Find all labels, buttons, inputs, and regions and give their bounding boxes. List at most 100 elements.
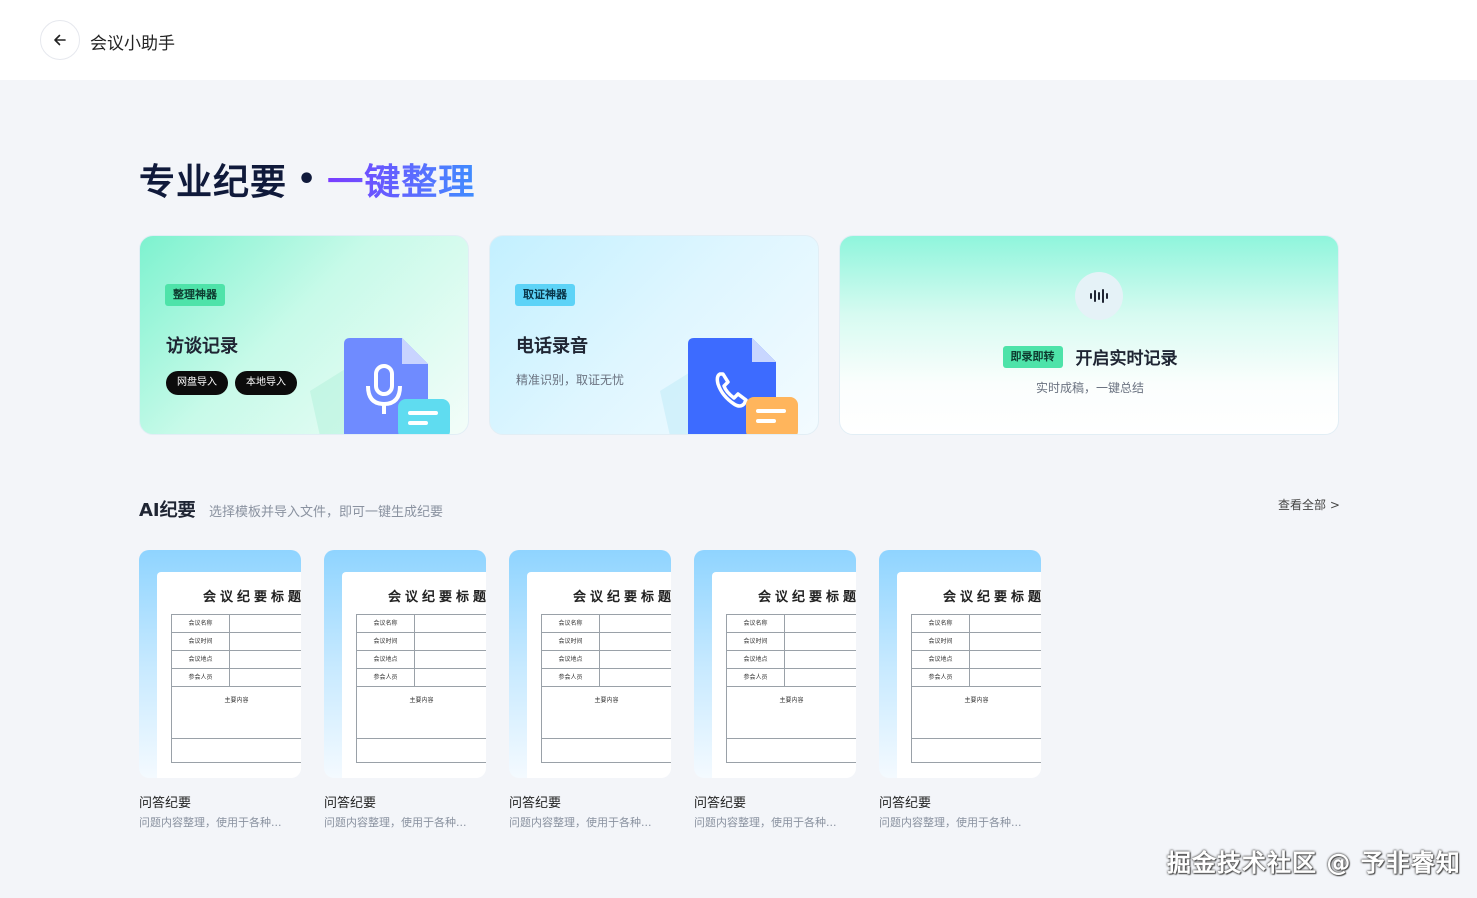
template-thumbnail[interactable]: 会议纪要标题会议名称 会议时间 会议地点 参会人员 主要内容 [139, 550, 301, 778]
preview-row-value [230, 615, 301, 632]
preview-main-content: 主要内容 [727, 687, 856, 739]
preview-table-row: 会议时间 [912, 633, 1041, 651]
back-button[interactable] [40, 20, 80, 60]
template-thumbnail[interactable]: 会议纪要标题 会议名称 会议时间 会议地点 参会人员 主要内容 [509, 550, 671, 778]
preview-table-row: 参会人员 [912, 669, 1041, 687]
preview-row-label: 会议地点 [357, 651, 415, 668]
watermark: 掘金技术社区 @ 予非睿知 [1167, 849, 1461, 877]
arrow-left-icon [54, 34, 66, 46]
card-title: 电话录音 [516, 336, 588, 357]
template-preview-paper: 会议纪要标题会议名称 会议时间 会议地点 参会人员 主要内容 [157, 572, 301, 778]
preview-table-row: 会议时间 [172, 633, 301, 651]
preview-row-value [970, 669, 1041, 686]
preview-table: 会议名称 会议时间 会议地点 参会人员 主要内容 [541, 614, 671, 763]
template-description: 问题内容整理，使用于各种... [139, 816, 282, 829]
card-badge: 整理神器 [165, 284, 225, 306]
hero-separator: • [297, 161, 318, 197]
view-all-link[interactable]: 查看全部 > [1278, 496, 1340, 513]
preview-row-label: 参会人员 [172, 669, 230, 686]
preview-row-label: 会议地点 [912, 651, 970, 668]
card-subtitle: 精准识别，取证无忧 [516, 373, 625, 387]
preview-row-label: 会议时间 [912, 633, 970, 650]
card-subtitle: 实时成稿，一键总结 [1035, 381, 1144, 395]
preview-row-value [415, 615, 486, 632]
preview-row-label: 参会人员 [357, 669, 415, 686]
preview-row-label: 会议名称 [172, 615, 230, 632]
local-import-button[interactable]: 本地导入 [235, 371, 297, 395]
template-description: 问题内容整理，使用于各种... [879, 816, 1022, 829]
preview-row-label: 会议名称 [912, 615, 970, 632]
preview-row-label: 会议时间 [357, 633, 415, 650]
template-name: 问答纪要 [139, 796, 192, 811]
preview-title: 会议纪要标题 [203, 590, 301, 605]
preview-table-row: 会议名称 [912, 615, 1041, 633]
template-card[interactable]: 会议纪要标题 会议名称 会议时间 会议地点 参会人员 主要内容 问答纪要 问题内容整理，使用于… [324, 550, 486, 830]
preview-row-value [230, 651, 301, 668]
preview-row-label: 会议地点 [542, 651, 600, 668]
template-description: 问题内容整理，使用于各种... [324, 816, 467, 829]
preview-row-label: 参会人员 [542, 669, 600, 686]
preview-row-label: 会议时间 [172, 633, 230, 650]
preview-table-row: 会议名称 [727, 615, 856, 633]
preview-row-value [415, 633, 486, 650]
preview-table-row: 会议名称 [542, 615, 671, 633]
template-name: 问答纪要 [509, 796, 562, 811]
audio-wave-button [1075, 272, 1123, 320]
template-thumbnail[interactable]: 会议纪要标题会议名称 会议时间 会议地点 参会人员 主要内容 [879, 550, 1041, 778]
template-name: 问答纪要 [879, 796, 932, 811]
preview-row-label: 会议地点 [172, 651, 230, 668]
preview-row-value [415, 669, 486, 686]
preview-row-value [415, 651, 486, 668]
preview-row-label: 会议时间 [542, 633, 600, 650]
phone-recording-card[interactable]: 取证神器 电话录音 精准识别，取证无忧 [489, 235, 819, 435]
preview-title: 会议纪要标题 [388, 590, 486, 605]
card-title: 访谈记录 [166, 336, 238, 357]
preview-footer-row [912, 739, 1041, 763]
top-bar: 会议小助手 [0, 0, 1477, 80]
template-description: 问题内容整理，使用于各种... [509, 816, 652, 829]
preview-row-label: 会议地点 [727, 651, 785, 668]
cloud-import-button[interactable]: 网盘导入 [166, 371, 228, 395]
template-thumbnail[interactable]: 会议纪要标题 会议名称 会议时间 会议地点 参会人员 主要内容 [324, 550, 486, 778]
phone-document-icon [660, 338, 798, 434]
template-thumbnail[interactable]: 会议纪要标题 会议名称 会议时间 会议地点 参会人员 主要内容 [694, 550, 856, 778]
page-title: 会议小助手 [90, 34, 175, 54]
template-name: 问答纪要 [694, 796, 747, 811]
preview-row-value [600, 651, 671, 668]
preview-row-value [785, 669, 856, 686]
preview-row-label: 会议名称 [357, 615, 415, 632]
template-card[interactable]: 会议纪要标题会议名称 会议时间 会议地点 参会人员 主要内容问答纪要问题内容整理，使用于… [879, 550, 1041, 830]
interview-record-card[interactable]: 整理神器 访谈记录 网盘导入 本地导入 [139, 235, 469, 435]
preview-table-row: 会议名称 [172, 615, 301, 633]
preview-title: 会议纪要标题 [943, 590, 1041, 605]
template-card[interactable]: 会议纪要标题会议名称 会议时间 会议地点 参会人员 主要内容问答纪要问题内容整理，使用于… [139, 550, 301, 830]
preview-footer-row [357, 739, 486, 763]
hero-title-part2: 一键整理 [327, 153, 475, 205]
template-card[interactable]: 会议纪要标题 会议名称 会议时间 会议地点 参会人员 主要内容问答纪要问题内容整理，使用于… [509, 550, 671, 830]
microphone-document-icon [310, 338, 450, 434]
preview-table-row: 会议时间 [542, 633, 671, 651]
template-card[interactable]: 会议纪要标题 会议名称 会议时间 会议地点 参会人员 主要内容问答纪要问题内容整理，使用于… [694, 550, 856, 830]
realtime-record-card[interactable]: 即录即转 开启实时记录 实时成稿，一键总结 [839, 235, 1339, 435]
preview-row-label: 参会人员 [727, 669, 785, 686]
preview-table-row: 会议地点 [172, 651, 301, 669]
preview-row-value [600, 615, 671, 632]
preview-table-row: 会议地点 [727, 651, 856, 669]
preview-table-row: 会议地点 [912, 651, 1041, 669]
ai-section-title: AI纪要 [139, 500, 196, 521]
template-description: 问题内容整理，使用于各种... [694, 816, 837, 829]
preview-row-label: 会议名称 [542, 615, 600, 632]
preview-main-content: 主要内容 [542, 687, 671, 739]
preview-row-value [970, 651, 1041, 668]
card-badge: 取证神器 [515, 284, 575, 306]
preview-table: 会议名称 会议时间 会议地点 参会人员 主要内容 [911, 614, 1041, 763]
preview-table-row: 参会人员 [357, 669, 486, 687]
preview-row-label: 会议时间 [727, 633, 785, 650]
preview-row-value [600, 633, 671, 650]
preview-main-content: 主要内容 [172, 687, 301, 739]
template-preview-paper: 会议纪要标题 会议名称 会议时间 会议地点 参会人员 主要内容 [527, 572, 671, 778]
preview-table-row: 会议时间 [727, 633, 856, 651]
preview-row-value [785, 633, 856, 650]
audio-wave-icon [1090, 289, 1108, 303]
preview-footer-row [727, 739, 856, 763]
